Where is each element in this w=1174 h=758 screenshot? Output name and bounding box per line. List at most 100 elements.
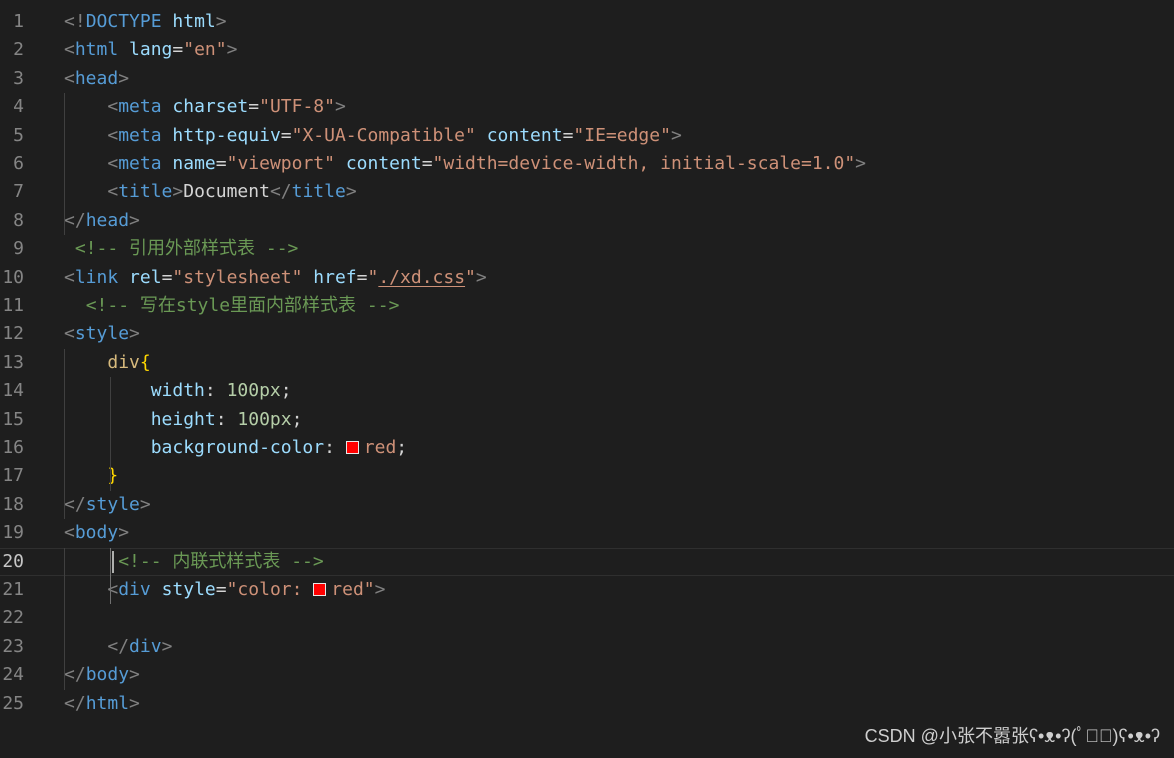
code-token: "X-UA-Compatible" (291, 124, 476, 146)
code-token: background-color (150, 437, 325, 458)
code-token: <!-- 写在style里面内部样式表 --> (85, 295, 400, 316)
code-text: </html> (64, 690, 140, 718)
code-token: head (74, 67, 119, 89)
code-token: href (313, 266, 357, 288)
code-line[interactable]: 17 } (0, 462, 1174, 490)
line-number: 16 (2, 437, 24, 458)
code-text: <link rel="stylesheet" href="./xd.css"> (64, 264, 487, 292)
code-line[interactable]: 3 <head> (0, 65, 1174, 93)
text-cursor (112, 550, 115, 573)
code-line[interactable]: 13 div{ (0, 349, 1174, 377)
code-token: html (74, 39, 119, 61)
code-line[interactable]: 16 background-color: red; (0, 434, 1174, 462)
code-line[interactable]: 15 height: 100px; (0, 406, 1174, 434)
code-token: > (118, 522, 130, 544)
code-token: 100px (237, 408, 292, 430)
code-text: <body> (64, 519, 129, 547)
code-text: <html lang="en"> (64, 36, 237, 64)
code-token: > (139, 493, 151, 515)
line-number: 9 (13, 238, 24, 260)
code-token: > (670, 124, 682, 146)
code-token: "viewport" (226, 153, 335, 174)
code-line[interactable]: 7 <title>Document</title> (0, 178, 1174, 206)
code-line[interactable]: 25 </html> (0, 690, 1174, 718)
code-line[interactable]: 11 <!-- 写在style里面内部样式表 --> (0, 292, 1174, 320)
code-token: > (161, 635, 173, 657)
code-line[interactable]: 18 </style> (0, 491, 1174, 519)
code-text: <style> (64, 320, 140, 348)
code-token: > (475, 266, 487, 288)
code-token: "IE=edge" (573, 124, 671, 146)
code-line[interactable]: 21 <div style="color: red"> (0, 576, 1174, 604)
code-token: = (248, 96, 260, 118)
code-token: <!-- 引用外部样式表 --> (74, 238, 299, 260)
code-token: <! (64, 11, 86, 32)
code-token: "stylesheet" (172, 266, 303, 288)
code-line[interactable]: 9 <!-- 引用外部样式表 --> (0, 235, 1174, 263)
code-text: </body> (64, 661, 140, 689)
code-line[interactable]: 19 <body> (0, 519, 1174, 547)
code-line[interactable]: 10 <link rel="stylesheet" href="./xd.css"… (0, 264, 1174, 292)
code-token: > (172, 181, 184, 203)
code-line[interactable]: 8 </head> (0, 207, 1174, 235)
code-line[interactable]: 1 <!DOCTYPE html> (0, 8, 1174, 36)
code-line[interactable]: 5 <meta http-equiv="X-UA-Compatible" con… (0, 122, 1174, 150)
line-number: 1 (13, 11, 24, 32)
code-token: meta (118, 124, 162, 146)
code-line[interactable]: 14 width: 100px; (0, 377, 1174, 405)
code-token: > (118, 67, 130, 89)
code-text: height: 100px; (64, 406, 303, 434)
code-token: </ (107, 635, 130, 657)
code-token: = (215, 579, 227, 600)
code-token: style (85, 493, 140, 515)
code-line[interactable]: 6 <meta name="viewport" content="width=d… (0, 150, 1174, 178)
code-text: <meta http-equiv="X-UA-Compatible" conte… (64, 122, 682, 150)
code-token: "UTF-8" (259, 96, 335, 118)
code-line[interactable]: 20 <!-- 内联式样式表 --> (0, 547, 1174, 576)
code-token: { (139, 351, 151, 373)
code-token: > (334, 96, 346, 118)
indent-guide (64, 93, 65, 236)
code-token: > (855, 153, 867, 174)
code-text: <meta charset="UTF-8"> (64, 93, 346, 121)
code-token: ; (280, 380, 292, 402)
code-text: <!-- 写在style里面内部样式表 --> (64, 292, 400, 320)
code-line[interactable]: 24 </body> (0, 661, 1174, 689)
code-line[interactable]: 12 <style> (0, 320, 1174, 348)
code-line[interactable]: 22 (0, 604, 1174, 632)
code-token: > (129, 209, 140, 231)
code-token: : (204, 380, 227, 402)
code-line[interactable]: 2 <html lang="en"> (0, 36, 1174, 64)
code-text: </head> (64, 207, 140, 235)
code-token: body (85, 664, 130, 686)
line-number: 24 (2, 664, 24, 686)
code-token: link (74, 266, 119, 288)
code-token: : (215, 408, 238, 430)
code-token: > (374, 579, 386, 600)
code-token: div (118, 579, 151, 600)
line-number: 18 (2, 493, 24, 515)
code-token: = (161, 266, 173, 288)
code-line[interactable]: 4 <meta charset="UTF-8"> (0, 93, 1174, 121)
line-number: 5 (13, 124, 24, 146)
code-token: < (107, 579, 119, 600)
line-number: 21 (2, 579, 24, 600)
line-number: 20 (2, 550, 24, 572)
scrolled-out-line-fragment (0, 0, 60, 5)
color-swatch[interactable] (345, 441, 359, 454)
code-text: div{ (64, 349, 151, 377)
code-token: ; (396, 437, 408, 458)
code-line[interactable]: 23 </div> (0, 633, 1174, 661)
code-token: < (107, 153, 119, 174)
line-number: 23 (2, 635, 24, 657)
color-swatch[interactable] (313, 583, 327, 596)
code-token: content (345, 153, 422, 174)
code-token: height (150, 408, 216, 430)
code-editor[interactable]: 1 <!DOCTYPE html> 2 <html lang="en"> 3 <head>… (0, 0, 1174, 758)
